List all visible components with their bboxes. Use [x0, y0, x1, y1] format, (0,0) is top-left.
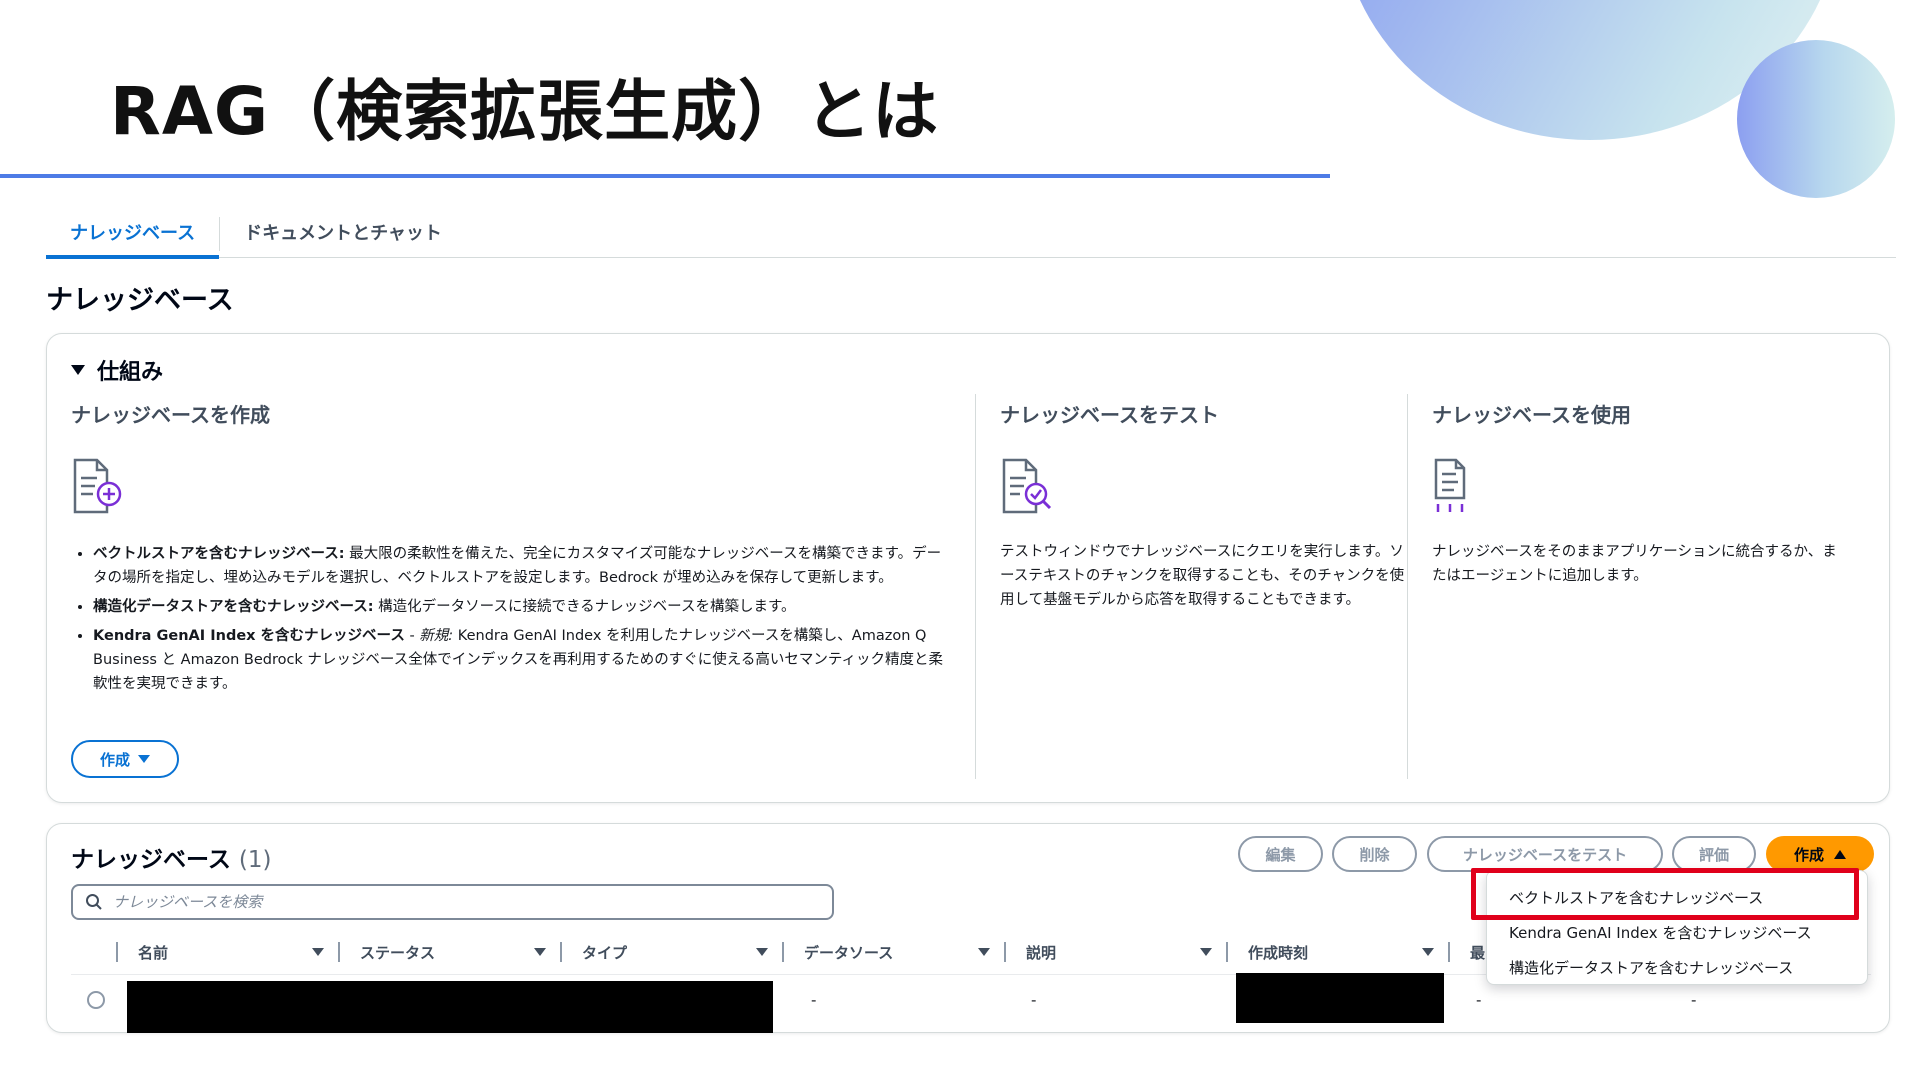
create-column-title: ナレッジベースを作成: [71, 403, 270, 427]
document-search-icon: [1000, 456, 1405, 516]
how-it-works-panel: 仕組み ナレッジベースを作成 ベクトルストアを含むナレッジベース: 最大限の柔軟…: [46, 333, 1890, 803]
create-options-list: ベクトルストアを含むナレッジベース: 最大限の柔軟性を備えた、完全にカスタマイズ…: [71, 542, 951, 696]
redacted-created-time: [1236, 973, 1444, 1023]
document-plus-icon: [71, 456, 951, 516]
column-header-status[interactable]: ステータス: [338, 932, 560, 972]
how-it-works-label: 仕組み: [97, 360, 164, 385]
use-column: ナレッジベースを使用 ナレッジベースをそのままアプリケーションに統合するか、また…: [1407, 394, 1847, 779]
column-header-type[interactable]: タイプ: [560, 932, 782, 972]
search-icon: [86, 894, 102, 910]
decorative-circle-large: [1340, 0, 1840, 140]
row-select-radio[interactable]: [87, 991, 105, 1009]
sort-icon: [978, 948, 990, 956]
create-button-secondary[interactable]: 作成: [71, 740, 179, 778]
table-title: ナレッジベース (1): [71, 847, 272, 873]
column-header-description[interactable]: 説明: [1004, 932, 1226, 972]
test-column-description: テストウィンドウでナレッジベースにクエリを実行します。ソーステキストのチャンクを…: [1000, 544, 1405, 608]
edit-button[interactable]: 編集: [1238, 836, 1323, 872]
search-input[interactable]: [113, 893, 793, 911]
use-column-title: ナレッジベースを使用: [1432, 403, 1631, 427]
use-column-description: ナレッジベースをそのままアプリケーションに統合するか、またはエージェントに追加し…: [1432, 544, 1837, 584]
list-item: ベクトルストアを含むナレッジベース: 最大限の柔軟性を備えた、完全にカスタマイズ…: [93, 542, 951, 590]
slide-title: RAG（検索拡張生成）とは: [110, 73, 940, 150]
caret-down-icon: [71, 365, 85, 375]
create-button[interactable]: 作成: [1766, 836, 1874, 872]
column-header-data-source[interactable]: データソース: [782, 932, 1004, 972]
tab-bar: ナレッジベース ドキュメントとチャット: [46, 210, 1896, 259]
test-column-title: ナレッジベースをテスト: [1000, 403, 1219, 427]
menu-item-structured-data-store[interactable]: 構造化データストアを含むナレッジベース: [1509, 957, 1793, 978]
tab-documents-and-chat[interactable]: ドキュメントとチャット: [220, 210, 466, 258]
search-field[interactable]: [71, 884, 834, 920]
test-knowledge-base-button[interactable]: ナレッジベースをテスト: [1427, 836, 1663, 872]
highlight-annotation-box: [1471, 868, 1859, 920]
list-item: Kendra GenAI Index を含むナレッジベース - 新規: Kend…: [93, 624, 951, 696]
decorative-circle-small: [1737, 40, 1895, 198]
redacted-name-status-type: [127, 981, 773, 1033]
create-column: ナレッジベースを作成 ベクトルストアを含むナレッジベース: 最大限の柔軟性を備え…: [71, 394, 951, 701]
cell-last: -: [1476, 991, 1482, 1009]
sort-icon: [1200, 948, 1212, 956]
sort-icon: [534, 948, 546, 956]
cell-extra: -: [1691, 991, 1697, 1009]
sort-icon: [1422, 948, 1434, 956]
sort-icon: [312, 948, 324, 956]
how-it-works-toggle[interactable]: 仕組み: [71, 354, 163, 386]
page-title: ナレッジベース: [46, 285, 234, 316]
test-column: ナレッジベースをテスト テストウィンドウでナレッジベースにクエリを実行します。ソ…: [975, 394, 1405, 779]
cell-data-source: -: [811, 991, 817, 1009]
item-count: (1): [238, 847, 272, 873]
document-connect-icon: [1432, 456, 1847, 516]
evaluate-button[interactable]: 評価: [1672, 836, 1756, 872]
delete-button[interactable]: 削除: [1332, 836, 1417, 872]
caret-up-icon: [1834, 849, 1846, 859]
cell-description: -: [1031, 991, 1037, 1009]
menu-item-kendra-genai-index[interactable]: Kendra GenAI Index を含むナレッジベース: [1509, 922, 1812, 943]
sort-icon: [756, 948, 768, 956]
column-header-created-time[interactable]: 作成時刻: [1226, 932, 1448, 972]
caret-down-icon: [138, 755, 150, 763]
list-item: 構造化データストアを含むナレッジベース: 構造化データソースに接続できるナレッジ…: [93, 595, 951, 619]
tab-knowledge-base[interactable]: ナレッジベース: [46, 210, 220, 259]
column-header-name[interactable]: 名前: [116, 932, 338, 972]
select-column-header: [71, 932, 116, 972]
title-underline: [0, 174, 1330, 178]
